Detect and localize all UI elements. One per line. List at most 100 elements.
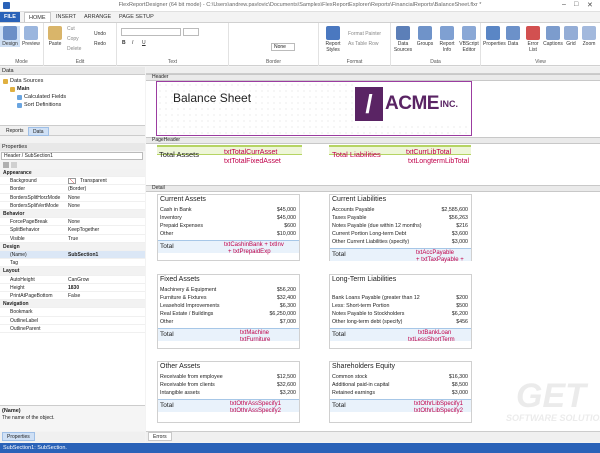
grid-button[interactable]: Grid (561, 26, 581, 47)
design-canvas[interactable]: Header Balance Sheet / ACME INC. PageHead… (146, 67, 600, 431)
prop-row-borders-split-horz[interactable]: BordersSplitHorzMode None (0, 194, 145, 202)
tab-insert[interactable]: INSERT (52, 12, 80, 22)
minimize-icon[interactable]: – (562, 1, 566, 8)
total-row[interactable]: Total txtOthrLibSpecify1 txtOthrLibSpecify… (330, 399, 471, 414)
total-curr-asset-field[interactable]: txtTotalCurrAsset (224, 149, 277, 156)
vbscript-editor-button[interactable]: VBScript Editor (459, 26, 479, 53)
tree-item-data-sources[interactable]: Data Sources (3, 78, 43, 84)
object-selector[interactable]: Header / SubSection1 (1, 152, 143, 160)
prop-value: None (68, 194, 80, 201)
total-assets-label[interactable]: Total Assets (159, 150, 199, 159)
report-styles-button[interactable]: Report Styles (321, 26, 345, 53)
tab-reports[interactable]: Reports (2, 127, 28, 136)
row-value: $216 (456, 223, 468, 229)
tree-item-main[interactable]: Main (10, 86, 30, 92)
prop-category-design[interactable]: Design (0, 242, 145, 251)
font-size-combo[interactable] (183, 28, 199, 36)
report-info-button[interactable]: Report Info (437, 26, 457, 53)
tree-calc-label: Calculated Fields (24, 94, 67, 100)
underline-button[interactable]: U (142, 40, 146, 46)
acme-logo[interactable]: / ACME INC. (354, 84, 468, 124)
prop-row-name[interactable]: (Name) SubSection1 (0, 251, 145, 260)
data-view-button[interactable]: Data (503, 26, 523, 47)
tree-item-calculated-fields[interactable]: Calculated Fields (17, 94, 66, 100)
copy-button[interactable]: Copy (67, 36, 79, 42)
preview-button[interactable]: Preview (21, 26, 41, 47)
tab-errors[interactable]: Errors (148, 432, 172, 441)
font-name-combo[interactable] (121, 28, 181, 36)
prop-row-border[interactable]: Border (Border) (0, 185, 145, 194)
prop-category-appearance[interactable]: Appearance (0, 169, 145, 178)
paste-button[interactable]: Paste (45, 26, 65, 47)
current-liabilities-section[interactable]: Current Liabilities Accounts Payable $2,5… (329, 194, 472, 263)
bold-button[interactable]: B (122, 40, 126, 46)
cut-button[interactable]: Cut (67, 26, 75, 32)
header-section[interactable]: Balance Sheet / ACME INC. (156, 81, 472, 136)
error-list-button[interactable]: Error List (523, 26, 543, 53)
tab-properties[interactable]: Properties (2, 432, 35, 441)
border-width-combo[interactable]: None (271, 43, 295, 51)
data-sources-label: Data Sources (393, 41, 413, 53)
undo-button[interactable]: Undo (94, 31, 106, 37)
row-value: $32,400 (276, 295, 296, 301)
longterm-lib-total-field[interactable]: txtLongtermLibTotal (408, 158, 469, 165)
prop-category-behavior[interactable]: Behavior (0, 210, 145, 219)
data-sources-button[interactable]: Data Sources (393, 26, 413, 53)
prop-row-split-behavior[interactable]: SplitBehavior KeepTogether (0, 226, 145, 235)
long-term-liabilities-section[interactable]: Long-Term Liabilities Bank Loans Payable… (329, 274, 472, 349)
band-page-header[interactable]: PageHeader (146, 137, 600, 144)
captions-button[interactable]: Captions (543, 26, 563, 47)
prop-category-navigation[interactable]: Navigation (0, 300, 145, 309)
prop-row-background[interactable]: Background Transparent (0, 177, 145, 186)
maximize-icon[interactable]: □ (574, 1, 578, 8)
row-label: Additional paid-in capital (332, 382, 390, 388)
total-row[interactable]: Total txtOthrAssSpecify1 txtOthrAssSpecify… (158, 399, 299, 414)
groups-button[interactable]: Groups (415, 26, 435, 47)
redo-button[interactable]: Redo (94, 41, 106, 47)
total-liabilities-label[interactable]: Total Liabilities (332, 150, 381, 159)
prop-row-print-at-page-bottom[interactable]: PrintAtPageBottom False (0, 292, 145, 301)
format-painter-button[interactable]: Format Painter (348, 31, 381, 37)
italic-button[interactable]: I (132, 40, 133, 46)
as-table-row-button[interactable]: As Table Row (348, 41, 378, 47)
tab-data[interactable]: Data (28, 127, 49, 136)
properties-button[interactable]: Properties (483, 26, 506, 47)
zoom-button[interactable]: Zoom (579, 26, 599, 47)
prop-row-force-page-break[interactable]: ForcePageBreak None (0, 218, 145, 227)
alphabetical-icon[interactable] (11, 162, 17, 168)
design-button[interactable]: Design (0, 26, 20, 47)
delete-button[interactable]: Delete (67, 46, 81, 52)
current-assets-section[interactable]: Current Assets Cash in Bank $45,000 Inven… (157, 194, 300, 261)
tab-file[interactable]: FILE (0, 12, 20, 22)
shareholders-equity-section[interactable]: Shareholders Equity Common stock $16,300 … (329, 361, 472, 423)
total-fixed-asset-field[interactable]: txtTotalFixedAsset (224, 158, 281, 165)
row-label: Bank Loans Payable (greater than 12 (332, 295, 420, 301)
total-row[interactable]: Total txtCashinBank + txtInv + txtPrepaidE… (158, 240, 299, 255)
total-row[interactable]: Total txtMachine txtFurniture (158, 328, 299, 343)
tab-home[interactable]: HOME (24, 12, 51, 22)
properties-panel-title: Properties (0, 143, 145, 151)
title-bar: FlexReportDesigner (64 bit mode) - C:\Us… (0, 0, 600, 12)
report-title[interactable]: Balance Sheet (173, 91, 251, 105)
prop-row-bookmark[interactable]: Bookmark (0, 308, 145, 317)
tab-page-setup[interactable]: PAGE SETUP (115, 12, 158, 22)
prop-row-borders-split-vert[interactable]: BordersSplitVertMode None (0, 202, 145, 210)
band-detail[interactable]: Detail (146, 185, 600, 192)
curr-lib-total-field[interactable]: txtCurrLibTotal (406, 149, 451, 156)
prop-row-tag[interactable]: Tag (0, 259, 145, 268)
prop-row-height[interactable]: Height 1830 (0, 284, 145, 292)
other-assets-section[interactable]: Other Assets Receivable from employee $12… (157, 361, 300, 423)
close-icon[interactable]: ✕ (587, 1, 593, 9)
tree-item-sort-definitions[interactable]: Sort Definitions (17, 102, 61, 108)
tab-arrange[interactable]: ARRANGE (80, 12, 115, 22)
prop-row-outline-label[interactable]: OutlineLabel (0, 317, 145, 325)
total-row[interactable]: Total txtAccPayable + txtTaxPayable + (330, 248, 471, 263)
prop-category-layout[interactable]: Layout (0, 267, 145, 276)
prop-row-auto-height[interactable]: AutoHeight CanGrow (0, 276, 145, 284)
categorized-icon[interactable] (3, 162, 9, 168)
fixed-assets-section[interactable]: Fixed Assets Machinery & Equipment $56,20… (157, 274, 300, 349)
prop-row-visible[interactable]: Visible True (0, 235, 145, 243)
band-header[interactable]: Header (146, 74, 600, 81)
total-row[interactable]: Total txtBankLoan txtLessShortTerm (330, 328, 471, 343)
prop-row-outline-parent[interactable]: OutlineParent (0, 325, 145, 333)
